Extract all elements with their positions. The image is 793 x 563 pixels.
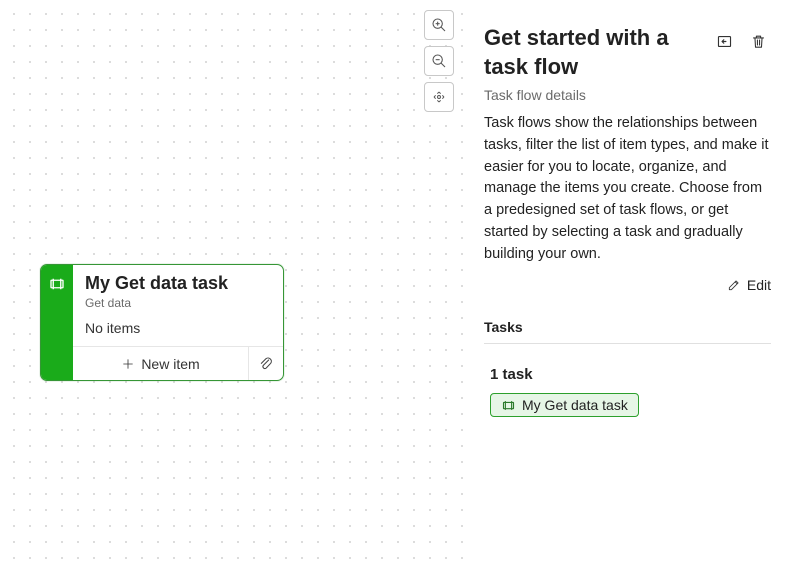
details-description: Task flows show the relationships betwee… [484, 113, 771, 265]
delete-button[interactable] [745, 28, 771, 54]
task-card-body: My Get data task Get data No items New i… [73, 265, 283, 380]
trash-icon [750, 33, 767, 50]
task-type-icon [48, 275, 66, 293]
task-card-stripe [41, 265, 73, 380]
task-card-title: My Get data task [85, 273, 271, 294]
expand-icon [716, 33, 733, 50]
new-item-button[interactable]: New item [73, 347, 249, 380]
canvas-area[interactable]: My Get data task Get data No items New i… [0, 0, 464, 563]
pencil-icon [727, 278, 741, 292]
zoom-out-button[interactable] [424, 46, 454, 76]
details-title: Get started with a task flow [484, 24, 703, 81]
edit-button[interactable]: Edit [727, 277, 771, 293]
fit-icon [431, 89, 447, 105]
details-panel: Get started with a task flow Task flow d… [464, 0, 793, 563]
attach-icon [258, 356, 274, 372]
zoom-in-button[interactable] [424, 10, 454, 40]
new-item-label: New item [141, 356, 199, 372]
task-card-items: No items [85, 320, 271, 336]
fit-to-screen-button[interactable] [424, 82, 454, 112]
plus-icon [121, 357, 135, 371]
expand-button[interactable] [711, 28, 737, 54]
task-pill[interactable]: My Get data task [490, 393, 639, 417]
edit-label: Edit [747, 277, 771, 293]
task-pill-label: My Get data task [522, 397, 628, 413]
tasks-section-label: Tasks [484, 319, 771, 344]
attach-button[interactable] [249, 347, 283, 380]
task-type-icon [501, 398, 516, 413]
task-count: 1 task [490, 366, 771, 383]
zoom-out-icon [431, 53, 447, 69]
zoom-controls [424, 10, 454, 112]
zoom-in-icon [431, 17, 447, 33]
details-subtitle: Task flow details [484, 87, 771, 103]
task-card-subtitle: Get data [85, 296, 271, 310]
task-card[interactable]: My Get data task Get data No items New i… [40, 264, 284, 381]
